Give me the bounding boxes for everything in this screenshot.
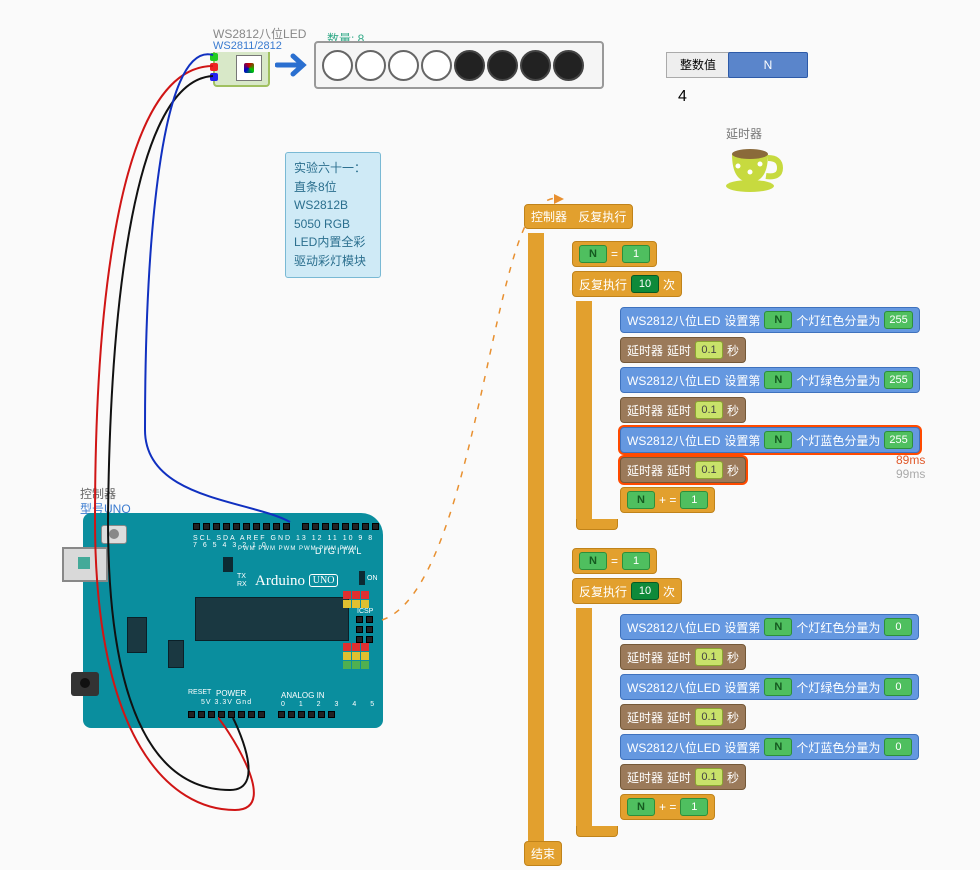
- led-chip-icon: [236, 55, 262, 81]
- block-assign-n-1b[interactable]: N=1: [572, 548, 657, 574]
- int-var-label: 整数值: [666, 52, 730, 78]
- usb-port[interactable]: [62, 547, 108, 582]
- int-var-name[interactable]: N: [728, 52, 808, 78]
- block-inc-n-1[interactable]: N+ =1: [620, 487, 715, 513]
- block-loop-2[interactable]: 反复执行10次: [572, 578, 682, 604]
- block-ws-red-0[interactable]: WS2812八位LED设置第N个灯红色分量为0: [620, 614, 919, 640]
- block-delay-2[interactable]: 延时器延时0.1秒: [620, 397, 746, 423]
- block-loop-1[interactable]: 反复执行10次: [572, 271, 682, 297]
- icsp-header[interactable]: [356, 616, 373, 643]
- blocks-program[interactable]: 控制器 反复执行 N=1 反复执行10次 WS2812八位LED设置第N个灯红色…: [524, 200, 964, 870]
- arduino-board[interactable]: SCL SDA AREF GND 13 12 11 10 9 8 7 6 5 4…: [83, 513, 383, 728]
- block-ws-red-255[interactable]: WS2812八位LED设置第N个灯红色分量为255: [620, 307, 920, 333]
- analog-pin-header[interactable]: [278, 711, 335, 718]
- block-ws-green-0[interactable]: WS2812八位LED设置第N个灯绿色分量为0: [620, 674, 919, 700]
- power-jack[interactable]: [71, 672, 99, 696]
- led-4: [421, 50, 452, 81]
- teacup-icon[interactable]: [720, 140, 784, 196]
- block-controller-loop[interactable]: 控制器 反复执行: [524, 204, 633, 229]
- block-assign-n-1a[interactable]: N=1: [572, 241, 657, 267]
- port-vcc[interactable]: [210, 63, 218, 71]
- led-strip: [314, 41, 604, 89]
- led-7: [520, 50, 551, 81]
- port-gnd[interactable]: [210, 73, 218, 81]
- block-ws-blue-0[interactable]: WS2812八位LED设置第N个灯蓝色分量为0: [620, 734, 919, 760]
- comment-box[interactable]: 实验六十一： 直条8位WS2812B 5050 RGB LED内置全彩驱动彩灯模…: [285, 152, 381, 278]
- digital-pin-header[interactable]: [193, 523, 379, 530]
- block-delay-1[interactable]: 延时器延时0.1秒: [620, 337, 746, 363]
- led-6: [487, 50, 518, 81]
- block-delay-4[interactable]: 延时器延时0.1秒: [620, 644, 746, 670]
- timing-tooltip: 89ms99ms: [896, 453, 925, 482]
- proto-pads-2: [343, 643, 371, 671]
- block-delay-3-selected[interactable]: 延时器延时0.1秒: [620, 457, 746, 483]
- port-data[interactable]: [210, 53, 218, 61]
- block-delay-5[interactable]: 延时器延时0.1秒: [620, 704, 746, 730]
- led-1: [322, 50, 353, 81]
- mcu-chip: [195, 597, 349, 641]
- led-module-subtitle: WS2811/2812: [213, 40, 284, 52]
- block-inc-n-2[interactable]: N+ =1: [620, 794, 715, 820]
- power-pin-header[interactable]: [188, 711, 265, 718]
- reset-button[interactable]: [101, 525, 127, 544]
- led-8: [553, 50, 584, 81]
- led-5: [454, 50, 485, 81]
- block-ws-blue-255-selected[interactable]: WS2812八位LED设置第N个灯蓝色分量为255: [620, 427, 920, 453]
- arrow-icon: [275, 50, 311, 80]
- int-var-value: 4: [678, 88, 687, 106]
- led-3: [388, 50, 419, 81]
- led-2: [355, 50, 386, 81]
- block-ws-green-255[interactable]: WS2812八位LED设置第N个灯绿色分量为255: [620, 367, 920, 393]
- block-delay-6[interactable]: 延时器延时0.1秒: [620, 764, 746, 790]
